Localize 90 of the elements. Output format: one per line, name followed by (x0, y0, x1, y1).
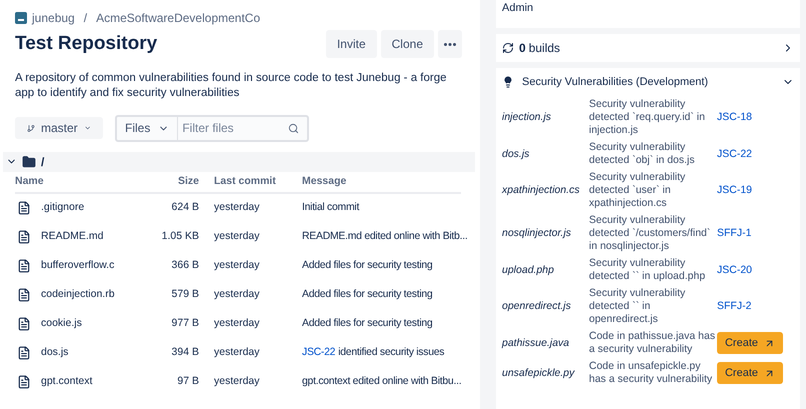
vulnerability-description: Security vulnerability detected `req.query.id` in injection.js (589, 98, 706, 137)
vulnerable-file: injection.js (502, 111, 552, 124)
vulnerability-description: Security vulnerability detected `obj` in dos.js (589, 141, 696, 167)
commit-message-cell-text: Added files for security testing (302, 316, 432, 332)
size-cell-text: 394 B (172, 345, 199, 360)
size-cell-text: 1.05 KB (162, 229, 199, 244)
column-header: Last commit (213, 174, 277, 189)
vulnerability-description: Security vulnerability detected `/customers/find` in nosqlinjector.js (589, 214, 712, 253)
size-cell-text: 579 B (172, 287, 199, 302)
file-name-link[interactable]: README.md (41, 229, 104, 245)
vulnerability-description: Security vulnerability detected `user` in xpathinjection.cs (589, 171, 686, 210)
file-icon (17, 230, 31, 244)
commit-date-cell-text: yesterday (213, 374, 261, 390)
file-filter-field[interactable]: Files Filter files (115, 114, 309, 142)
issue-link[interactable]: JSC-19 (717, 184, 752, 197)
builds-label: builds (528, 40, 560, 57)
more-button[interactable] (438, 30, 462, 58)
builds-count: 0 (519, 40, 526, 57)
size-cell-text: 977 B (172, 316, 199, 332)
column-header: Name (15, 174, 45, 189)
repository-title: Test Repository (15, 32, 158, 56)
vulnerability-description: Code in unsafepickle.py has a security vulnerability (589, 360, 714, 386)
issue-link[interactable]: JSC-20 (717, 264, 752, 276)
file-name-link[interactable]: codeinjection.rb (41, 287, 115, 303)
folder-path: / (41, 154, 44, 170)
file-name-link[interactable]: gpt.context (41, 374, 92, 390)
vulnerability-description: Security vulnerability detected `` in openredirect.js (589, 287, 686, 326)
file-icon (17, 375, 31, 389)
issue-link[interactable]: JSC-18 (717, 111, 752, 124)
commit-message-cell-text: Initial commit (302, 200, 360, 216)
commit-date-cell-text: yesterday (213, 229, 261, 244)
repository-description: A repository of common vulnerabilities found in source code to test Junebug - a forge app to identify and fix security vulnerabilities (15, 70, 448, 100)
commit-date-cell-text: yesterday (213, 316, 261, 332)
lightbulb-icon (502, 76, 514, 88)
issue-link[interactable]: SFFJ-1 (717, 227, 752, 240)
commit-date-cell-text: yesterday (213, 287, 261, 302)
issue-link[interactable]: SFFJ-2 (717, 300, 752, 313)
vulnerable-file: unsafepickle.py (502, 366, 576, 380)
file-name-link[interactable]: dos.js (41, 345, 68, 361)
vulnerable-file: nosqlinjector.js (502, 227, 572, 240)
size-cell-text: 366 B (172, 258, 199, 274)
file-icon (17, 317, 31, 331)
branch-selector[interactable]: master (15, 117, 103, 139)
commit-date-cell-text: yesterday (213, 345, 261, 360)
vulnerability-description: Code in pathissue.java has a security vulnerability (589, 330, 716, 356)
more-icon (444, 42, 456, 46)
size-cell-text: 624 B (172, 200, 199, 216)
project-link[interactable]: AcmeSoftwareDevelopmentCo (96, 9, 260, 27)
create-issue-button[interactable]: Create (717, 332, 783, 354)
file-name-link[interactable]: .gitignore (41, 200, 84, 216)
panel-title: Security Vulnerabilities (Development) (522, 74, 708, 90)
external-link-icon (764, 368, 776, 378)
action-button[interactable]: Invite (326, 30, 377, 58)
vulnerable-file: pathissue.java (502, 336, 570, 350)
create-issue-button[interactable]: Create (717, 362, 783, 384)
vulnerability-description: Security vulnerability detected `` in upload.php (589, 257, 706, 283)
file-icon (17, 288, 31, 302)
issue-link[interactable]: JSC-22 (302, 345, 336, 361)
folder-icon (22, 154, 36, 168)
size-cell-text: 97 B (177, 374, 199, 390)
file-icon (17, 259, 31, 273)
file-icon (17, 201, 31, 215)
commit-message-cell-text: Added files for security testing (302, 287, 432, 302)
file-name-link[interactable]: bufferoverflow.c (41, 258, 114, 274)
external-link-icon (764, 338, 776, 348)
vulnerable-file: openredirect.js (502, 300, 572, 313)
breadcrumb-separator: / (84, 10, 88, 27)
workspace-link[interactable]: junebug (32, 9, 75, 27)
builds-card[interactable]: 0 builds (496, 34, 800, 62)
vulnerable-file: upload.php (502, 264, 555, 276)
commit-date-cell-text: yesterday (213, 258, 261, 274)
column-header: Size (178, 174, 199, 189)
commit-date-cell-text: yesterday (213, 200, 261, 216)
repository-logo-icon (15, 12, 27, 24)
commit-message-cell-text: identified security issues (338, 345, 444, 360)
column-header: Message (301, 174, 348, 189)
filter-mode-dropdown[interactable]: Files (117, 116, 178, 140)
vulnerable-file: dos.js (502, 148, 530, 160)
search-icon (288, 122, 299, 134)
commit-message-cell-text: Added files for security testing (302, 258, 432, 274)
folder-row[interactable]: / (3, 152, 475, 172)
commit-message-cell-text: README.md edited online with Bitb... (302, 229, 468, 244)
commit-message-cell-text: gpt.context edited online with Bitbu... (302, 374, 462, 390)
action-button[interactable]: Clone (380, 30, 434, 58)
role-text: Admin (502, 2, 534, 14)
file-icon (17, 346, 31, 360)
vulnerable-file: xpathinjection.cs (502, 184, 581, 197)
issue-link[interactable]: JSC-22 (717, 148, 752, 160)
refresh-icon (502, 42, 514, 54)
file-name-link[interactable]: cookie.js (41, 316, 82, 332)
